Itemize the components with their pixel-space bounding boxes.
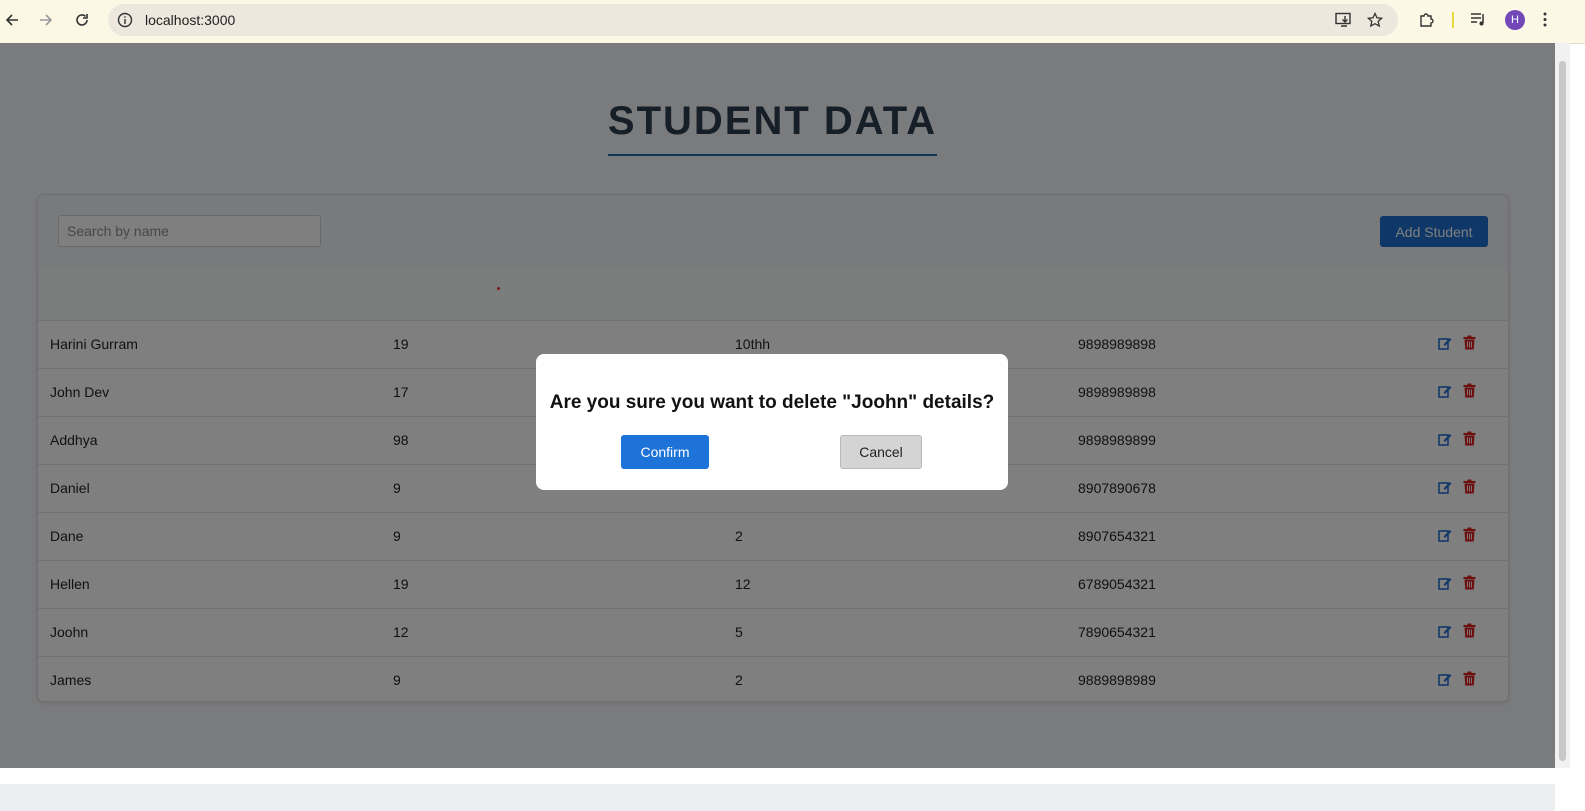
confirm-button[interactable]: Confirm: [621, 435, 709, 469]
toolbar-separator: [1452, 12, 1454, 28]
delete-confirm-dialog: Are you sure you want to delete "Joohn" …: [536, 354, 1008, 490]
browser-toolbar: localhost:3000 H: [0, 0, 1585, 44]
back-icon[interactable]: [2, 10, 22, 30]
scrollbar-thumb[interactable]: [1559, 61, 1566, 761]
reload-icon[interactable]: [72, 10, 92, 30]
menu-kebab-icon[interactable]: [1542, 11, 1548, 28]
cancel-button[interactable]: Cancel: [840, 435, 922, 469]
site-info-icon[interactable]: [117, 12, 133, 28]
page-footer-strip: [0, 784, 1555, 811]
profile-avatar[interactable]: H: [1505, 10, 1525, 30]
bookmark-star-icon[interactable]: [1367, 12, 1383, 28]
page-scrollbar[interactable]: [1555, 43, 1570, 768]
address-bar[interactable]: localhost:3000: [108, 4, 1398, 36]
forward-icon[interactable]: [36, 10, 56, 30]
url-text: localhost:3000: [145, 12, 236, 28]
extensions-icon[interactable]: [1418, 11, 1435, 28]
dialog-message: Are you sure you want to delete "Joohn" …: [549, 392, 995, 413]
install-app-icon[interactable]: [1335, 12, 1353, 28]
media-controls-icon[interactable]: [1470, 11, 1487, 28]
